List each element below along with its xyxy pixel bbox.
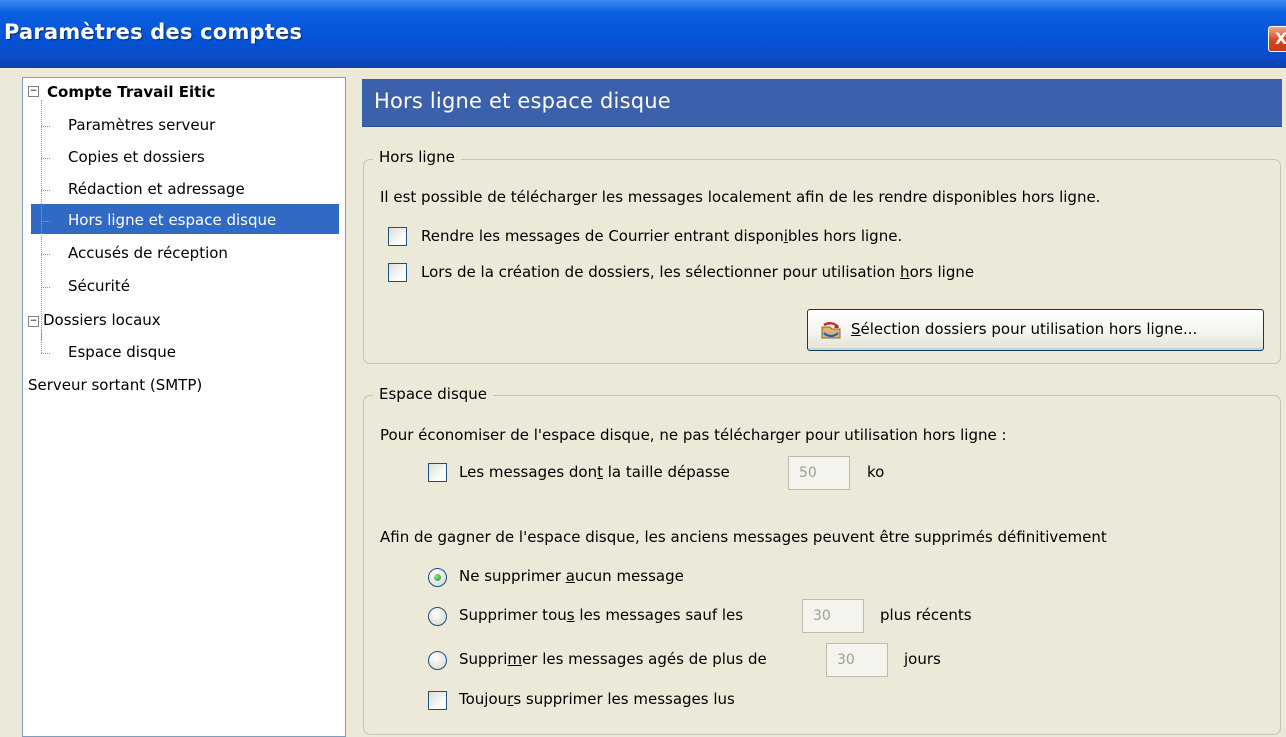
tree-item-parametres-serveur[interactable]: Paramètres serveur <box>68 112 215 138</box>
page-title: Hors ligne et espace disque <box>374 89 671 113</box>
page-header: Hors ligne et espace disque <box>362 79 1282 127</box>
tree-item-serveur-sortant[interactable]: Serveur sortant (SMTP) <box>28 372 202 398</box>
always-delete-read-label[interactable]: Toujours supprimer les messages lus <box>459 690 735 708</box>
title-bar: Paramètres des comptes X <box>0 0 1286 68</box>
disk-space-group-legend: Espace disque <box>373 385 494 403</box>
tree-connector <box>41 221 50 222</box>
disk-space-group <box>363 395 1281 735</box>
tree-item-securite[interactable]: Sécurité <box>68 273 130 299</box>
keep-recent-radio[interactable] <box>428 607 447 626</box>
tree-connector <box>41 353 50 354</box>
offline-inbox-checkbox[interactable] <box>388 227 407 246</box>
close-icon: X <box>1274 29 1286 48</box>
tree-connector <box>41 254 50 255</box>
delete-old-suffix: jours <box>904 650 941 668</box>
size-limit-checkbox[interactable] <box>428 463 447 482</box>
tree-item-label: Paramètres serveur <box>68 116 216 134</box>
collapse-icon[interactable]: − <box>28 316 39 327</box>
tree-connector <box>41 330 42 353</box>
keep-recent-suffix: plus récents <box>880 606 972 624</box>
tree-item-label: Copies et dossiers <box>68 148 205 166</box>
tree-connector <box>41 287 50 288</box>
delete-old-label[interactable]: Supprimer les messages agés de plus de <box>459 650 767 668</box>
keep-all-radio[interactable] <box>428 568 447 587</box>
tree-item-label: Espace disque <box>68 343 177 361</box>
offline-inbox-label[interactable]: Rendre les messages de Courrier entrant … <box>421 227 902 245</box>
tree-item-label: Dossiers locaux <box>43 311 161 329</box>
tree-item-redaction-adressage[interactable]: Rédaction et adressage <box>68 176 245 202</box>
delete-old-radio[interactable] <box>428 651 447 670</box>
keep-recent-input[interactable]: 30 <box>802 599 864 633</box>
tree-item-label: Accusés de réception <box>68 244 228 262</box>
tree-item-label: Compte Travail Eitic <box>47 83 216 101</box>
disk-space-description: Pour économiser de l'espace disque, ne p… <box>380 426 1007 444</box>
offline-new-folders-label[interactable]: Lors de la création de dossiers, les sél… <box>421 263 974 281</box>
tree-item-hors-ligne[interactable]: Hors ligne et espace disque <box>68 207 276 233</box>
tree-item-dossiers-locaux[interactable]: Dossiers locaux <box>43 307 161 333</box>
tree-item-label: Sécurité <box>68 277 130 295</box>
tree-connector <box>41 100 42 340</box>
offline-group-legend: Hors ligne <box>373 148 461 166</box>
tree-item-compte-travail[interactable]: Compte Travail Eitic <box>47 79 215 105</box>
tree-item-espace-disque[interactable]: Espace disque <box>68 339 176 365</box>
tree-item-label: Hors ligne et espace disque <box>68 211 277 229</box>
select-offline-folders-label: Sélection dossiers pour utilisation hors… <box>851 320 1198 338</box>
tree-connector <box>41 158 50 159</box>
size-limit-input[interactable]: 50 <box>788 456 850 490</box>
tree-connector <box>41 126 50 127</box>
select-offline-folders-button[interactable]: Sélection dossiers pour utilisation hors… <box>807 309 1264 351</box>
keep-all-label[interactable]: Ne supprimer aucun message <box>459 567 684 585</box>
offline-description: Il est possible de télécharger les messa… <box>380 188 1101 206</box>
delete-old-days-input[interactable]: 30 <box>826 643 888 677</box>
size-limit-unit: ko <box>867 463 885 481</box>
size-limit-label[interactable]: Les messages dont la taille dépasse <box>459 463 730 481</box>
close-button[interactable]: X <box>1268 26 1286 52</box>
tree-item-accuses-reception[interactable]: Accusés de réception <box>68 240 228 266</box>
cleanup-description: Afin de gagner de l'espace disque, les a… <box>380 528 1107 546</box>
tree-item-label: Rédaction et adressage <box>68 180 245 198</box>
account-tree[interactable]: − Compte Travail Eitic Paramètres serveu… <box>22 77 346 737</box>
collapse-icon[interactable]: − <box>28 86 39 97</box>
tree-item-copies-dossiers[interactable]: Copies et dossiers <box>68 144 205 170</box>
always-delete-read-checkbox[interactable] <box>428 691 447 710</box>
tree-connector <box>41 190 50 191</box>
keep-recent-label[interactable]: Supprimer tous les messages sauf les <box>459 606 743 624</box>
offline-new-folders-checkbox[interactable] <box>388 263 407 282</box>
folder-sync-icon <box>821 322 841 339</box>
window-title: Paramètres des comptes <box>4 20 303 44</box>
tree-item-label: Serveur sortant (SMTP) <box>28 376 203 394</box>
